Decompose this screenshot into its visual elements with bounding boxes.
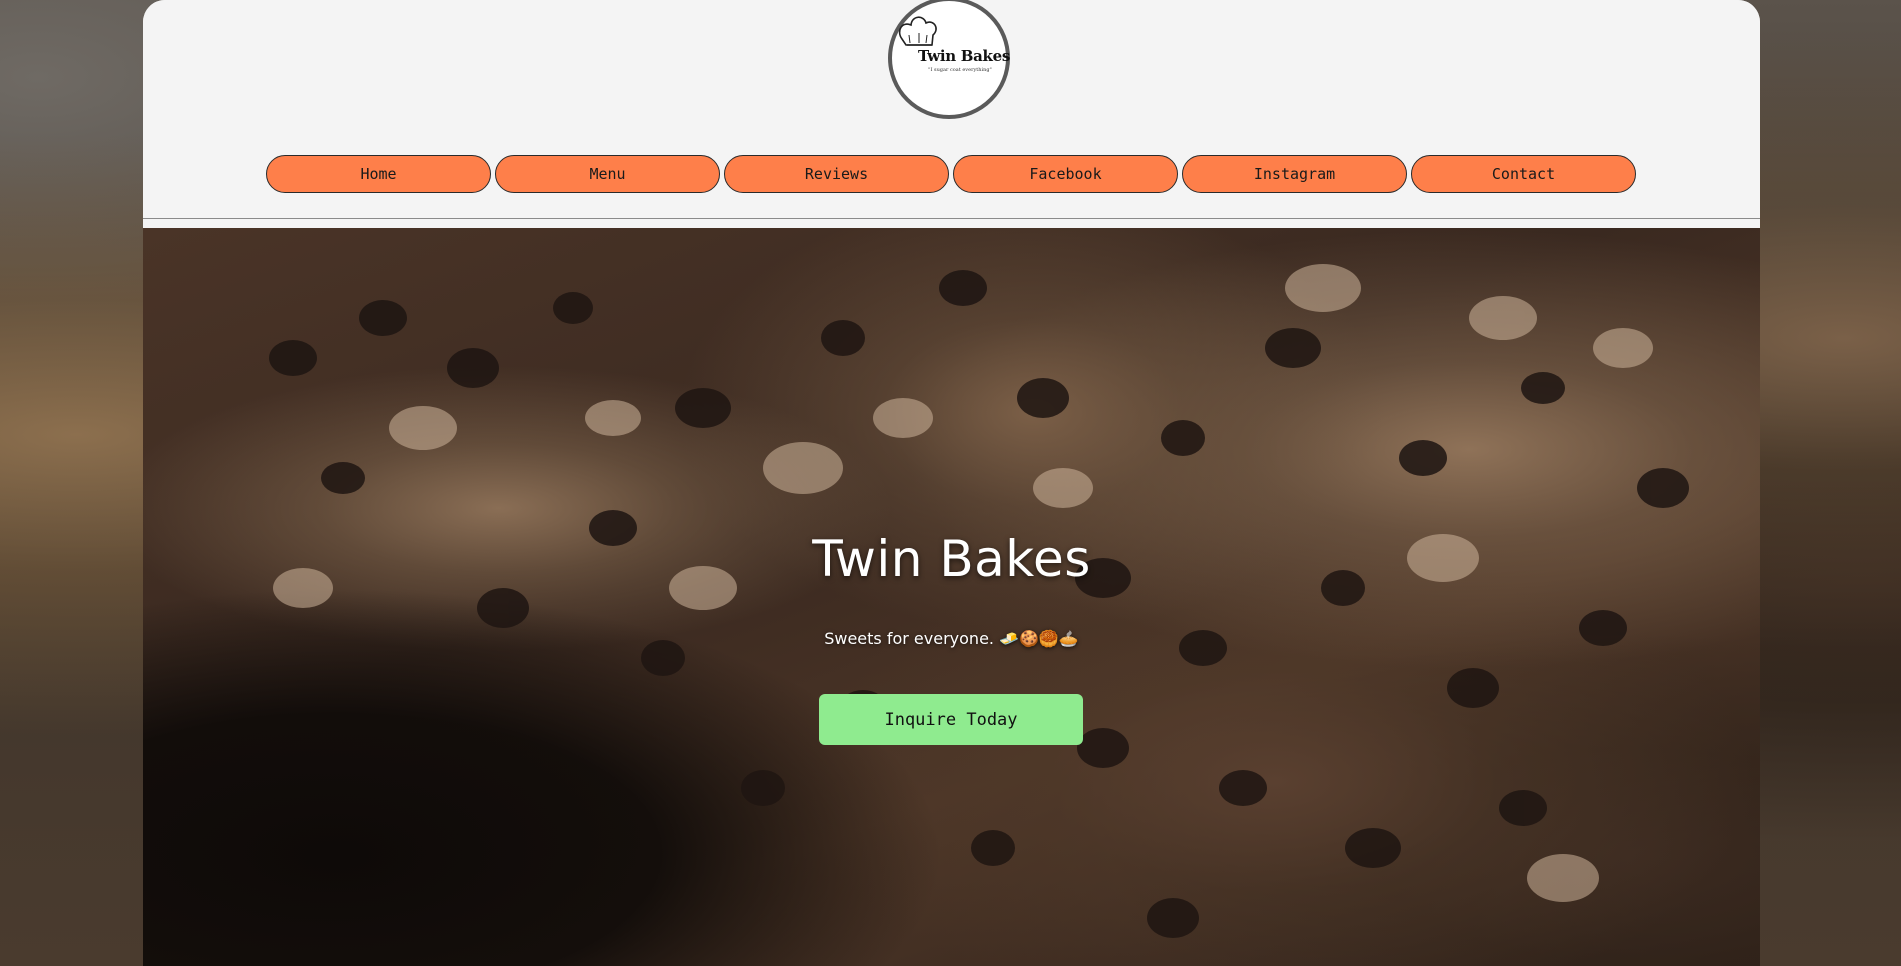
logo-title: Twin Bakes (918, 47, 1011, 65)
nav-instagram-button[interactable]: Instagram (1182, 155, 1407, 193)
hero-background-image (269, 264, 1689, 938)
nav-reviews-button[interactable]: Reviews (724, 155, 949, 193)
inquire-today-button[interactable]: Inquire Today (819, 694, 1083, 745)
nav-facebook-button[interactable]: Facebook (953, 155, 1178, 193)
hero-subtitle: Sweets for everyone. 🧈🍪🥮🥧 (824, 629, 1079, 648)
page-container: Twin Bakes "I sugar coat everything" Hom… (143, 0, 1760, 966)
hero-section: Twin Bakes Sweets for everyone. 🧈🍪🥮🥧 Inq… (143, 228, 1760, 966)
nav-home-button[interactable]: Home (266, 155, 491, 193)
nav-contact-button[interactable]: Contact (1411, 155, 1636, 193)
site-logo[interactable]: Twin Bakes "I sugar coat everything" (888, 0, 1010, 119)
hero-title: Twin Bakes (812, 530, 1091, 588)
site-header: Twin Bakes "I sugar coat everything" Hom… (143, 0, 1760, 220)
logo-tagline: "I sugar coat everything" (928, 67, 992, 73)
nav-menu-button[interactable]: Menu (495, 155, 720, 193)
header-divider (143, 218, 1760, 219)
main-nav: Home Menu Reviews Facebook Instagram Con… (266, 155, 1636, 193)
